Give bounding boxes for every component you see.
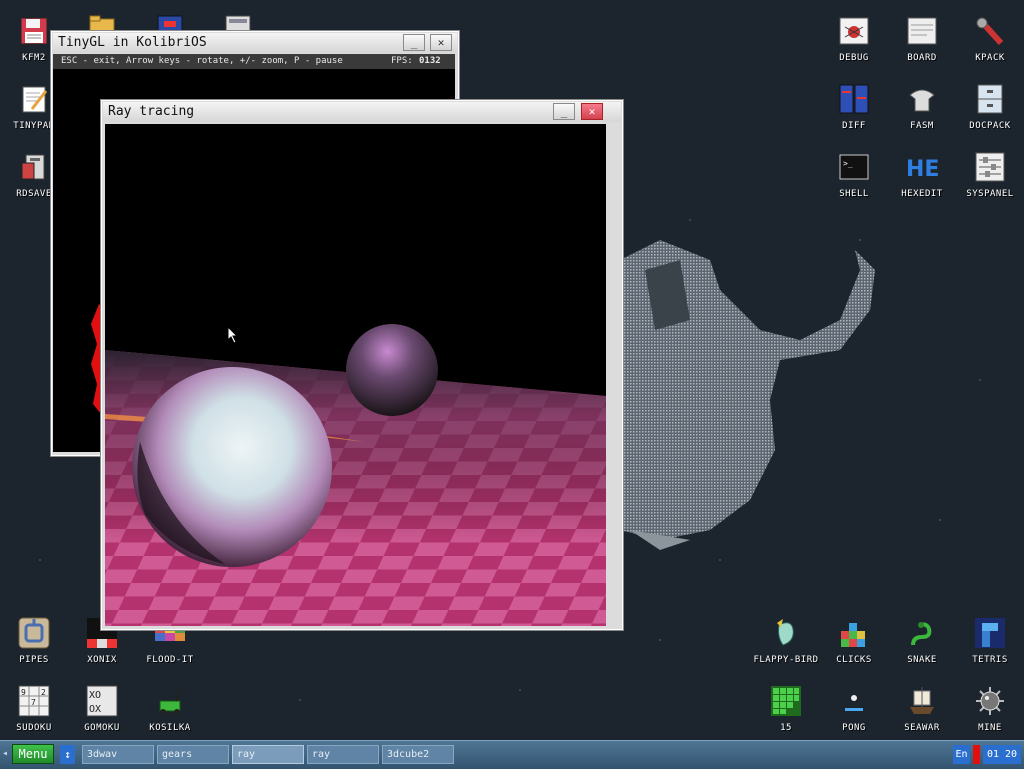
desktop-icon-kpack[interactable]: KPACK xyxy=(956,8,1024,68)
tinygl-titlebar[interactable]: TinyGL in KolibriOS _ ✕ xyxy=(53,33,457,53)
menu-button[interactable]: Menu xyxy=(12,744,54,764)
taskbar: ◂ Menu ↕ 3dwav gears ray ray 3dcube2 En … xyxy=(0,740,1024,769)
desktop-icon-folder[interactable] xyxy=(68,4,136,36)
taskbar-task-ray-2[interactable]: ray xyxy=(307,745,379,764)
bird-icon xyxy=(769,616,803,650)
close-button[interactable]: ✕ xyxy=(581,103,603,120)
terminal-icon: >_ xyxy=(837,150,871,184)
desktop-icon-docpack[interactable]: DOCPACK xyxy=(956,76,1024,136)
taskbar-task-gears[interactable]: gears xyxy=(157,745,229,764)
lawnmower-icon xyxy=(153,684,187,718)
desktop-icon-label: SYSPANEL xyxy=(966,189,1014,199)
blocks-icon xyxy=(837,616,871,650)
tinygl-info-bar: ESC - exit, Arrow keys - rotate, +/- zoo… xyxy=(53,54,455,69)
svg-text:XO: XO xyxy=(89,690,101,701)
snake-icon xyxy=(905,616,939,650)
puzzle-15-icon xyxy=(769,684,803,718)
taskbar-red-separator xyxy=(973,745,980,764)
sliders-icon xyxy=(973,150,1007,184)
floppy-disk-icon xyxy=(17,14,51,48)
desktop-icon-mine[interactable]: MINE xyxy=(956,678,1024,738)
taskbar-task-3dwav[interactable]: 3dwav xyxy=(82,745,154,764)
cabinet-icon xyxy=(973,82,1007,116)
task-switch-button[interactable]: ↕ xyxy=(60,745,75,764)
close-button[interactable]: ✕ xyxy=(430,34,452,51)
desktop: KFM2 TINYPAD RDSAVE PIPES XONIX FLOOD-IT… xyxy=(0,0,1024,740)
ray-tracing-render[interactable] xyxy=(105,124,606,626)
tetris-icon xyxy=(973,616,1007,650)
taskbar-task-3dcube2[interactable]: 3dcube2 xyxy=(382,745,454,764)
tinygl-instructions: ESC - exit, Arrow keys - rotate, +/- zoo… xyxy=(61,56,343,66)
svg-text:2: 2 xyxy=(41,688,46,697)
pong-icon xyxy=(837,684,871,718)
pipes-icon xyxy=(17,616,51,650)
fps-value: 0132 xyxy=(419,56,441,66)
sudoku-icon: 972 xyxy=(17,684,51,718)
fps-label: FPS: xyxy=(391,56,413,66)
notepad-icon xyxy=(17,82,51,116)
fasm-icon xyxy=(905,82,939,116)
board-icon xyxy=(905,14,939,48)
desktop-icon-label: KPACK xyxy=(975,53,1005,63)
minimize-button[interactable]: _ xyxy=(553,103,575,120)
ray-titlebar[interactable]: Ray tracing _ ✕ xyxy=(103,102,621,122)
ship-icon xyxy=(905,684,939,718)
ram-disk-icon xyxy=(17,150,51,184)
desktop-icon-label: KOSILKA xyxy=(149,723,191,733)
tinygl-title: TinyGL in KolibriOS xyxy=(58,35,207,50)
minimize-button[interactable]: _ xyxy=(403,34,425,51)
clock: 01 20 xyxy=(983,745,1021,764)
mouse-cursor-icon xyxy=(227,326,239,344)
desktop-icon-screen[interactable] xyxy=(136,4,204,37)
ray-title: Ray tracing xyxy=(108,104,195,119)
mine-icon xyxy=(973,684,1007,718)
wallpaper-treehouse-image xyxy=(610,240,875,550)
svg-text:OX: OX xyxy=(89,704,101,715)
hex-icon: HE xyxy=(905,150,939,184)
language-indicator[interactable]: En xyxy=(953,745,970,764)
desktop-icon-label: DOCPACK xyxy=(969,121,1011,131)
svg-text:>_: >_ xyxy=(843,159,853,168)
svg-text:HE: HE xyxy=(906,157,939,180)
gomoku-icon: XO OX xyxy=(85,684,119,718)
taskbar-task-ray[interactable]: ray xyxy=(232,745,304,764)
debug-bug-icon xyxy=(837,14,871,48)
desktop-icon-syspanel[interactable]: SYSPANEL xyxy=(956,144,1024,204)
svg-text:9: 9 xyxy=(21,688,26,697)
desktop-icon-label: MINE xyxy=(978,723,1002,733)
desktop-icon-label: FLOOD-IT xyxy=(146,655,194,665)
ray-tracing-window[interactable]: Ray tracing _ ✕ xyxy=(100,99,624,631)
desktop-icon-label: TETRIS xyxy=(972,655,1008,665)
desktop-icon-calc[interactable] xyxy=(204,4,272,37)
wrench-icon xyxy=(973,14,1007,48)
desktop-icon-tetris[interactable]: TETRIS xyxy=(956,610,1024,670)
diff-icon xyxy=(837,82,871,116)
taskbar-left-arrow-icon[interactable]: ◂ xyxy=(2,748,8,759)
desktop-icon-kosilka[interactable]: KOSILKA xyxy=(136,678,204,738)
svg-text:7: 7 xyxy=(31,698,36,707)
